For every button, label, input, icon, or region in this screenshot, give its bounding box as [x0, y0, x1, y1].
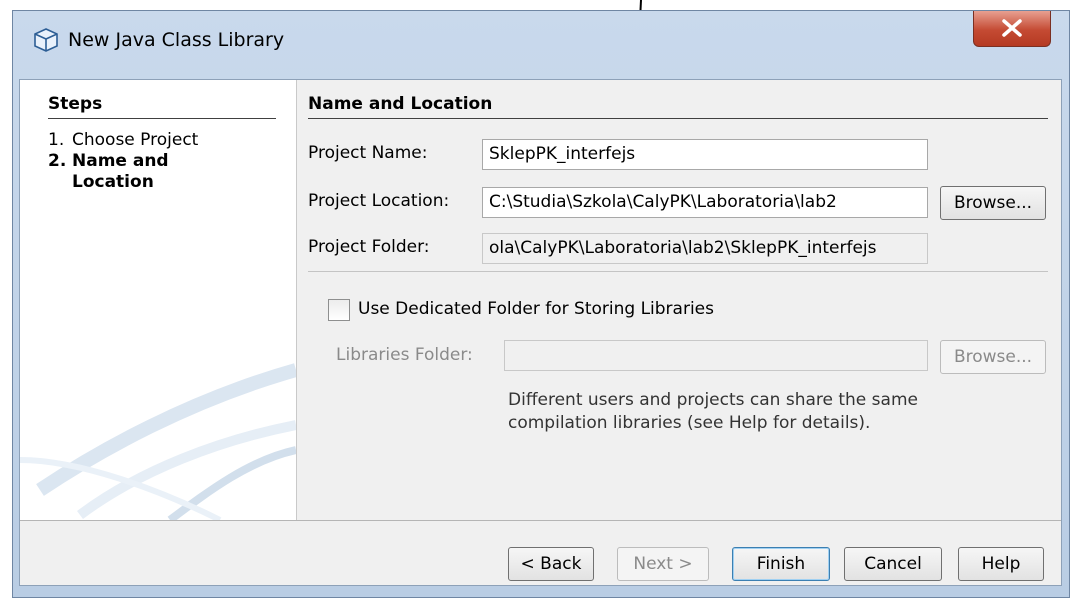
step-label: Name and Location	[72, 151, 169, 192]
java-cube-icon	[34, 28, 58, 52]
project-name-label: Project Name:	[308, 143, 428, 163]
step-name-and-location: 2. Name and Location	[48, 151, 252, 193]
next-button: Next >	[617, 547, 709, 581]
dedicated-folder-label[interactable]: Use Dedicated Folder for Storing Librari…	[358, 299, 714, 319]
project-folder-field: ola\CalyPK\Laboratoria\lab2\SklepPK_inte…	[482, 233, 928, 264]
decorative-swoosh-graphic	[20, 363, 296, 520]
name-location-panel: Name and Location Project Name: SklepPK_…	[308, 80, 1063, 520]
libraries-folder-label: Libraries Folder:	[336, 345, 473, 365]
project-location-input[interactable]: C:\Studia\Szkola\CalyPK\Laboratoria\lab2	[482, 187, 928, 218]
dialog-client-area: Steps 1. Choose Project 2. Name and Locati…	[19, 79, 1062, 586]
libraries-info-text: Different users and projects can share t…	[508, 390, 918, 433]
libraries-folder-input	[504, 340, 928, 371]
browse-location-button[interactable]: Browse...	[940, 186, 1046, 220]
close-button[interactable]	[973, 11, 1051, 47]
step-label: Choose Project	[72, 130, 199, 150]
title-bar: New Java Class Library	[13, 11, 1069, 67]
steps-panel: Steps 1. Choose Project 2. Name and Locati…	[20, 80, 297, 520]
steps-title: Steps	[48, 94, 276, 119]
help-button[interactable]: Help	[958, 547, 1044, 581]
window-title: New Java Class Library	[68, 29, 285, 51]
dialog-window: New Java Class Library Steps 1. Choose Pr…	[12, 10, 1070, 598]
section-title: Name and Location	[308, 94, 1048, 119]
cancel-button[interactable]: Cancel	[844, 547, 942, 581]
project-folder-label: Project Folder:	[308, 237, 430, 257]
project-name-input[interactable]: SklepPK_interfejs	[482, 139, 928, 170]
separator	[308, 271, 1048, 272]
dedicated-folder-checkbox[interactable]	[328, 299, 350, 321]
button-bar-separator	[20, 520, 1061, 521]
back-button[interactable]: < Back	[508, 547, 594, 581]
browse-libraries-button: Browse...	[940, 340, 1046, 374]
finish-button[interactable]: Finish	[732, 547, 830, 581]
project-location-label: Project Location:	[308, 191, 450, 211]
close-icon	[1002, 19, 1022, 37]
step-choose-project: 1. Choose Project	[48, 130, 252, 151]
